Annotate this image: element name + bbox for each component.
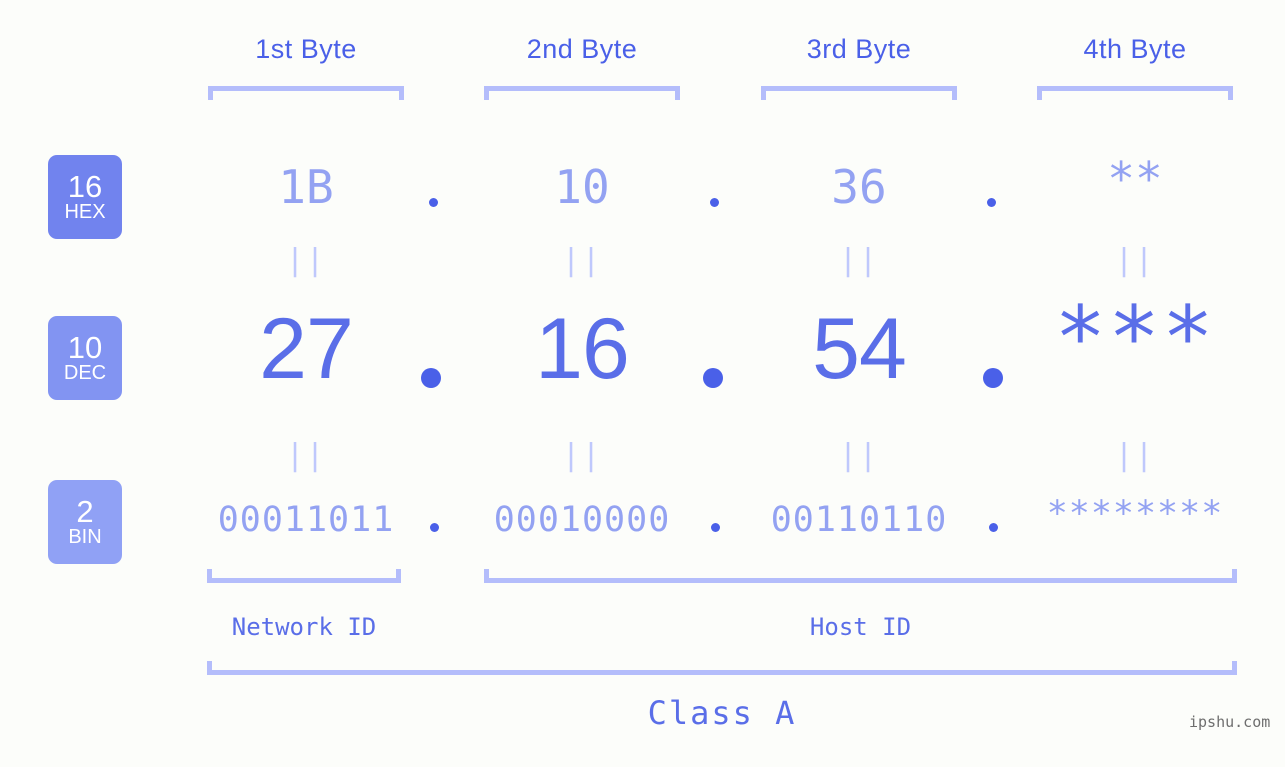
hex-separator-dot-3 [987,198,996,207]
bin-byte-4: ******** [1046,494,1224,534]
byte-bracket-3 [761,86,957,100]
bin-byte-1: 00011011 [217,500,395,540]
equals-mark-hex-dec-3: || [838,243,880,278]
base-badge-bin-label: BIN [68,526,102,549]
byte-bracket-2 [484,86,680,100]
byte-header-4: 4th Byte [1083,34,1187,64]
dec-separator-dot-2 [703,368,723,388]
base-badge-bin-number: 2 [76,493,94,529]
host-id-bracket [484,569,1237,583]
dec-byte-4: *** [1054,288,1216,388]
byte-bracket-4 [1037,86,1233,100]
byte-header-3: 3rd Byte [806,34,912,64]
dec-byte-1: 27 [259,301,354,397]
base-badge-dec: 10 DEC [48,316,122,400]
bin-byte-2: 00010000 [493,500,671,540]
site-watermark: ipshu.com [1189,713,1271,731]
equals-mark-dec-bin-4: || [1114,438,1156,473]
base-badge-dec-number: 10 [67,329,103,365]
hex-separator-dot-2 [710,198,719,207]
hex-byte-1: 1B [278,160,334,214]
byte-bracket-1 [208,86,404,100]
base-badge-hex: 16 HEX [48,155,122,239]
base-badge-hex-number: 16 [67,168,103,204]
hex-byte-2: 10 [554,160,610,214]
host-id-label: Host ID [809,613,912,641]
equals-mark-hex-dec-1: || [285,243,327,278]
base-badge-bin: 2 BIN [48,480,122,564]
equals-mark-dec-bin-2: || [561,438,603,473]
bin-byte-3: 00110110 [770,500,948,540]
byte-header-2: 2nd Byte [526,34,638,64]
network-id-label: Network ID [231,613,377,641]
base-badge-dec-label: DEC [63,362,107,385]
dec-separator-dot-1 [421,368,441,388]
class-bracket [207,661,1237,675]
dec-byte-3: 54 [812,301,907,397]
hex-separator-dot-1 [429,198,438,207]
bin-separator-dot-1 [430,523,439,532]
equals-mark-dec-bin-1: || [285,438,327,473]
ip-breakdown-diagram: 1st Byte 2nd Byte 3rd Byte 4th Byte 16 H… [0,0,1285,767]
equals-mark-dec-bin-3: || [838,438,880,473]
network-id-bracket [207,569,401,583]
hex-byte-3: 36 [831,160,887,214]
dec-byte-2: 16 [535,301,630,397]
byte-header-1: 1st Byte [255,34,357,64]
hex-byte-4: ** [1107,152,1163,206]
equals-mark-hex-dec-4: || [1114,243,1156,278]
dec-separator-dot-3 [983,368,1003,388]
bin-separator-dot-3 [989,523,998,532]
class-label: Class A [647,694,797,732]
equals-mark-hex-dec-2: || [561,243,603,278]
bin-separator-dot-2 [711,523,720,532]
base-badge-hex-label: HEX [64,201,106,224]
